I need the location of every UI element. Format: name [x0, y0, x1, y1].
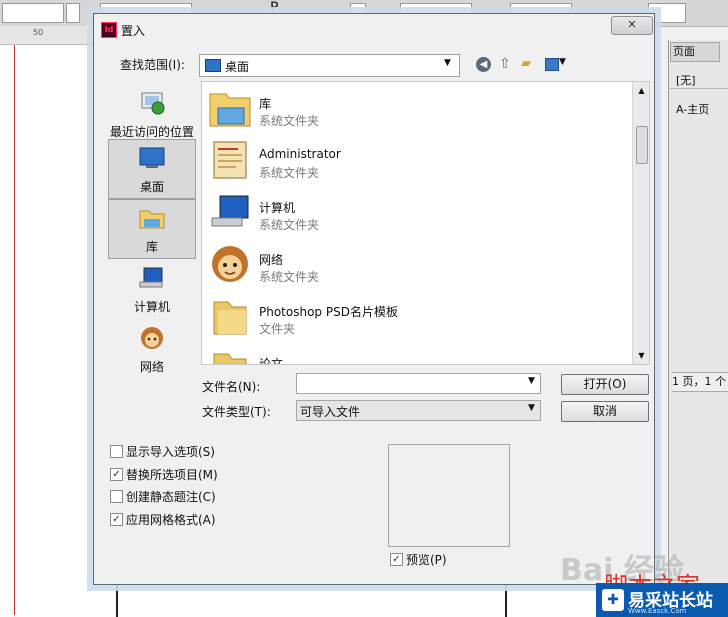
network-icon — [212, 246, 248, 282]
divider — [668, 88, 728, 89]
watermark-badge-subtext: Www.Easck.Com — [628, 607, 687, 615]
checkbox-checked[interactable]: ✓ — [390, 553, 403, 566]
checkbox-checked[interactable]: ✓ — [110, 468, 123, 481]
dialog-title: 置入 — [121, 24, 146, 38]
file-type: 系统文件夹 — [259, 270, 320, 284]
ruler-number: 50 — [33, 28, 44, 37]
toolbar-dropdown[interactable] — [66, 3, 80, 23]
file-name: 论文 — [259, 357, 284, 365]
scroll-thumb[interactable] — [636, 126, 648, 164]
close-icon: ✕ — [627, 18, 637, 31]
user-folder-icon — [213, 141, 247, 179]
list-item[interactable]: 网络 系统文件夹 — [202, 238, 629, 290]
back-icon[interactable]: ◀ — [476, 57, 491, 72]
place-label: 最近访问的位置 — [109, 125, 194, 139]
file-type: 文件夹 — [259, 322, 296, 336]
option-label: 替换所选项目(M) — [126, 468, 218, 482]
libraries-icon — [209, 93, 251, 127]
checkbox[interactable] — [110, 445, 123, 458]
computer-icon — [139, 267, 163, 288]
preview-checkbox-row[interactable]: ✓ 预览(P) — [390, 551, 490, 567]
list-item[interactable]: 计算机 系统文件夹 — [202, 186, 629, 238]
pages-none-item[interactable]: [无] — [676, 72, 696, 88]
file-name: 计算机 — [259, 201, 296, 215]
place-desktop[interactable]: 桌面 — [108, 139, 196, 199]
place-label: 库 — [145, 240, 158, 254]
views-menu-button[interactable]: ▼ — [545, 56, 569, 73]
chevron-down-icon: ▼ — [528, 403, 535, 413]
toolbar-field[interactable] — [2, 3, 64, 23]
open-button[interactable]: 打开(O) — [561, 374, 649, 395]
file-name-label: 文件名(N): — [202, 380, 261, 394]
cancel-button[interactable]: 取消 — [561, 401, 649, 422]
page-edge — [505, 584, 507, 617]
file-name: Administrator — [259, 147, 341, 161]
title-bar[interactable]: Id 置入 ✕ — [94, 14, 654, 44]
pages-panel — [668, 40, 728, 617]
place-libraries[interactable]: 库 — [108, 199, 196, 259]
place-label: 网络 — [139, 360, 164, 374]
computer-icon — [211, 195, 249, 227]
file-list[interactable]: 库 系统文件夹 Administrator 系统文件夹 计算机 系统文件夹 网络… — [201, 81, 650, 365]
checkbox-checked[interactable]: ✓ — [110, 513, 123, 526]
list-item[interactable]: Photoshop PSD名片模板 文件夹 — [202, 290, 629, 342]
pages-status: 1 页，1 个 — [672, 372, 728, 392]
scroll-up-icon[interactable]: ▲ — [633, 82, 649, 99]
watermark-badge: ✚ 易采站长站 Www.Easck.Com — [596, 583, 728, 617]
pages-tab-label: 页面 — [673, 45, 695, 58]
list-item[interactable]: Administrator 系统文件夹 — [202, 134, 629, 186]
file-type-label: 文件类型(T): — [202, 405, 271, 419]
look-in-dropdown[interactable]: 桌面 ▼ — [199, 54, 460, 77]
place-label: 桌面 — [139, 180, 164, 194]
page-margin-guide — [14, 45, 15, 615]
list-item[interactable]: 论文 — [202, 342, 629, 365]
preview-pane — [388, 444, 510, 547]
file-type-value: 可导入文件 — [300, 405, 361, 419]
checkbox[interactable] — [110, 490, 123, 503]
libraries-icon — [139, 210, 165, 229]
network-icon — [141, 327, 163, 349]
recent-places-icon — [141, 92, 165, 115]
scroll-down-icon[interactable]: ▼ — [633, 347, 649, 364]
place-dialog: Id 置入 ✕ 查找范围(I): 桌面 ▼ ◀ ⇧ ▰ ▼ 最近访问的位置 桌面 — [93, 13, 655, 585]
up-folder-icon[interactable]: ⇧ — [499, 56, 511, 72]
desktop-icon — [139, 147, 165, 168]
file-type: 系统文件夹 — [259, 218, 320, 232]
desktop-icon — [205, 59, 221, 72]
horizontal-ruler — [0, 26, 93, 45]
new-folder-icon[interactable]: ▰ — [521, 56, 531, 71]
page-edge — [116, 584, 118, 617]
indesign-app-icon: Id — [101, 22, 117, 38]
folder-icon — [213, 301, 247, 335]
place-network[interactable]: 网络 — [108, 319, 196, 379]
file-name: 库 — [259, 97, 272, 111]
views-menu-icon — [545, 58, 559, 71]
chevron-down-icon: ▼ — [559, 57, 566, 67]
look-in-value: 桌面 — [225, 60, 250, 74]
option-label: 显示导入选项(S) — [126, 445, 215, 459]
folder-icon — [213, 353, 247, 364]
place-computer[interactable]: 计算机 — [108, 259, 196, 319]
list-item[interactable]: 库 系统文件夹 — [202, 82, 629, 134]
option-label: 应用网格格式(A) — [126, 513, 216, 527]
file-name: 网络 — [259, 253, 284, 267]
place-label: 计算机 — [133, 300, 170, 314]
preview-label: 预览(P) — [406, 553, 447, 567]
pages-master-item[interactable]: A-主页 — [676, 101, 709, 117]
pages-panel-tab[interactable]: 页面 — [670, 42, 720, 62]
close-button[interactable]: ✕ — [611, 16, 653, 35]
look-in-label: 查找范围(I): — [120, 58, 185, 72]
chevron-down-icon: ▼ — [444, 58, 451, 68]
chevron-down-icon[interactable]: ▼ — [528, 376, 535, 386]
option-label: 创建静态题注(C) — [126, 490, 216, 504]
watermark-logo-icon: ✚ — [602, 589, 624, 611]
file-name: Photoshop PSD名片模板 — [259, 305, 398, 319]
place-recent[interactable]: 最近访问的位置 — [108, 84, 196, 144]
file-type: 系统文件夹 — [259, 166, 320, 180]
vertical-scrollbar[interactable]: ▲ ▼ — [632, 82, 649, 364]
file-name-input[interactable]: ▼ — [296, 373, 541, 394]
file-type: 系统文件夹 — [259, 114, 320, 128]
file-type-dropdown[interactable]: 可导入文件 ▼ — [296, 400, 541, 421]
